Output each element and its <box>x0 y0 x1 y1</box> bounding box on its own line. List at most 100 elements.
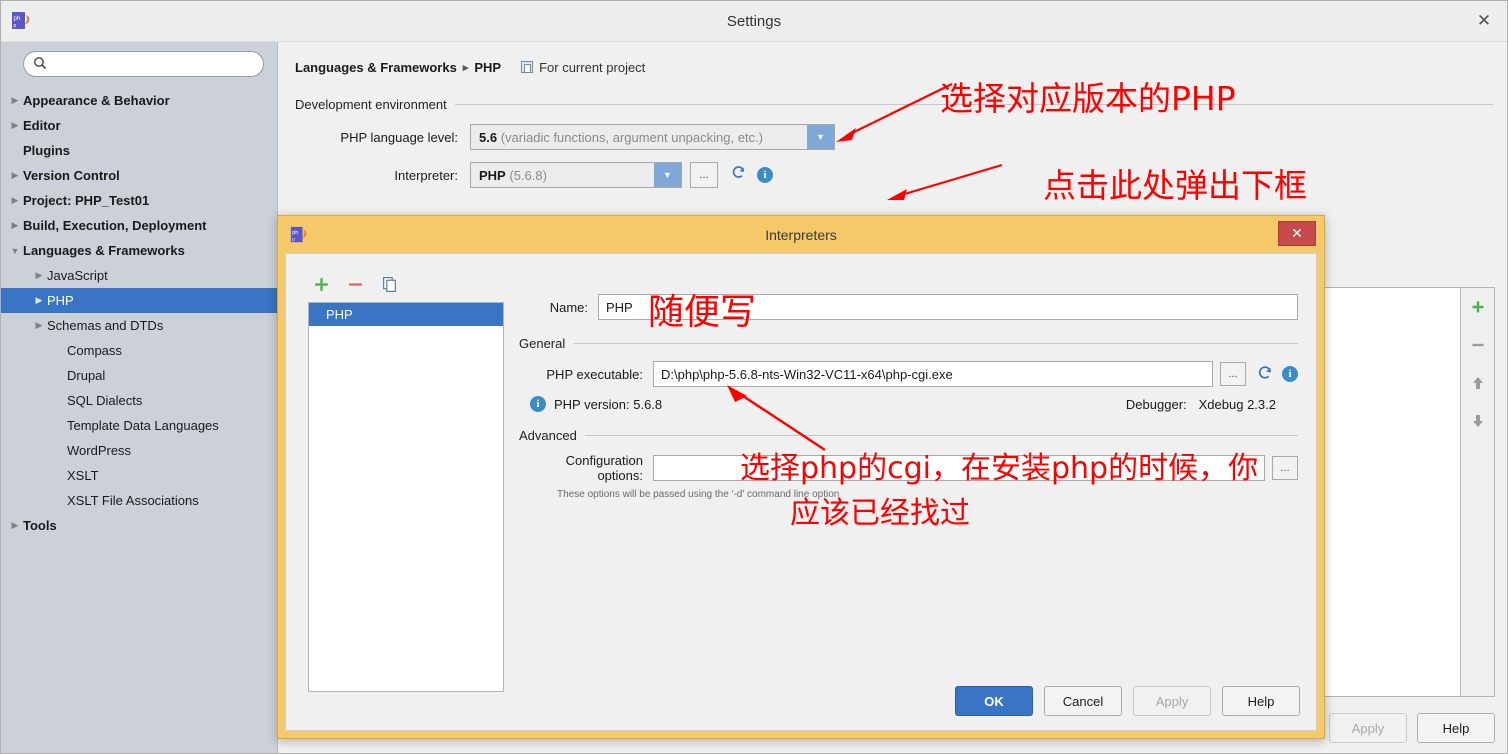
interpreter-list-item[interactable]: PHP <box>309 303 503 326</box>
php-language-level-combo[interactable]: 5.6 (variadic functions, argument unpack… <box>470 124 835 150</box>
move-up-icon[interactable] <box>1467 372 1489 394</box>
sidebar-item-compass[interactable]: Compass <box>1 338 277 363</box>
dialog-apply-button: Apply <box>1133 686 1211 716</box>
info-icon: i <box>530 396 546 412</box>
php-executable-label: PHP executable: <box>546 366 643 382</box>
settings-sidebar: ▶ Appearance & Behavior ▶ Editor Plugins ▶ Ver… <box>1 42 278 753</box>
page-title: Settings <box>726 12 782 30</box>
interpreters-toolbar <box>311 274 399 294</box>
configuration-options-browse-button[interactable]: ... <box>1272 456 1298 480</box>
search-container <box>1 51 277 86</box>
section-general: General <box>519 336 1298 351</box>
close-icon[interactable]: ✕ <box>1461 1 1507 41</box>
project-scope-label: For current project <box>539 59 646 75</box>
sidebar-item-wordpress[interactable]: WordPress <box>1 438 277 463</box>
chevron-right-icon[interactable]: ▶ <box>7 518 23 534</box>
sidebar-item-label: Editor <box>23 118 61 133</box>
sidebar-item-xslt[interactable]: XSLT <box>1 463 277 488</box>
copy-icon[interactable] <box>379 274 399 294</box>
info-icon[interactable]: i <box>757 167 773 183</box>
sidebar-item-plugins[interactable]: Plugins <box>1 138 277 163</box>
sidebar-item-label: Plugins <box>23 143 70 158</box>
move-down-icon[interactable] <box>1467 410 1489 432</box>
section-advanced: Advanced <box>519 428 1298 443</box>
configuration-options-field[interactable] <box>653 455 1265 481</box>
remove-icon[interactable] <box>345 274 365 294</box>
php-language-level-value: 5.6 <box>479 129 498 145</box>
php-executable-field[interactable]: D:\php\php-5.6.8-nts-Win32-VC11-x64\php-… <box>653 361 1213 387</box>
interpreter-name-label: Name: <box>549 299 588 315</box>
php-version-row: i PHP version: 5.6.8 Debugger: Xdebug 2.… <box>518 396 1298 412</box>
chevron-right-icon[interactable]: ▶ <box>7 193 23 209</box>
sidebar-item-php[interactable]: ▶ PHP <box>1 288 277 313</box>
sidebar-item-appearance-behavior[interactable]: ▶ Appearance & Behavior <box>1 88 277 113</box>
php-executable-row: PHP executable: D:\php\php-5.6.8-nts-Win… <box>518 361 1298 387</box>
search-input[interactable] <box>47 53 263 75</box>
sidebar-item-sql-dialects[interactable]: SQL Dialects <box>1 388 277 413</box>
info-icon[interactable]: i <box>1282 366 1298 382</box>
sidebar-item-languages-frameworks[interactable]: ▼ Languages & Frameworks <box>1 238 277 263</box>
breadcrumb: Languages & Frameworks ▸ PHP For current… <box>278 57 1507 77</box>
chevron-right-icon[interactable]: ▶ <box>7 93 23 109</box>
sidebar-item-project-php-test01[interactable]: ▶ Project: PHP_Test01 <box>1 188 277 213</box>
php-executable-browse-button[interactable]: ... <box>1220 362 1246 386</box>
sidebar-item-editor[interactable]: ▶ Editor <box>1 113 277 138</box>
sidebar-item-drupal[interactable]: Drupal <box>1 363 277 388</box>
close-icon[interactable]: ✕ <box>1278 221 1316 246</box>
sidebar-item-version-control[interactable]: ▶ Version Control <box>1 163 277 188</box>
php-language-level-desc: (variadic functions, argument unpacking,… <box>500 129 764 145</box>
sidebar-item-xslt-file-associations[interactable]: XSLT File Associations <box>1 488 277 513</box>
settings-titlebar: ph p Settings ✕ <box>1 1 1507 42</box>
sidebar-item-label: PHP <box>47 293 74 308</box>
sidebar-item-javascript[interactable]: ▶ JavaScript <box>1 263 277 288</box>
add-icon[interactable] <box>1467 296 1489 318</box>
chevron-right-icon[interactable]: ▶ <box>7 118 23 134</box>
chevron-right-icon[interactable]: ▶ <box>31 293 47 309</box>
sidebar-item-schemas-and-dtds[interactable]: ▶ Schemas and DTDs <box>1 313 277 338</box>
dialog-ok-button[interactable]: OK <box>955 686 1033 716</box>
interpreter-desc: (5.6.8) <box>509 167 547 183</box>
settings-apply-button: Apply <box>1329 713 1407 743</box>
interpreters-list[interactable]: PHP <box>308 302 504 692</box>
refresh-icon[interactable] <box>1256 364 1274 385</box>
interpreters-body: PHP Name: PHP General PHP executable: D:… <box>285 253 1317 731</box>
interpreter-combo[interactable]: PHP (5.6.8) ▼ <box>470 162 682 188</box>
interpreter-name-field[interactable]: PHP <box>598 294 1298 320</box>
sidebar-item-tools[interactable]: ▶ Tools <box>1 513 277 538</box>
project-scope[interactable]: For current project <box>521 60 645 75</box>
chevron-down-icon[interactable]: ▼ <box>7 243 23 259</box>
sidebar-item-template-data-languages[interactable]: Template Data Languages <box>1 413 277 438</box>
php-includes-toolbar <box>1461 287 1495 697</box>
dialog-help-button[interactable]: Help <box>1222 686 1300 716</box>
sidebar-item-label: Compass <box>67 343 122 358</box>
interpreter-browse-button[interactable]: ... <box>690 162 718 188</box>
interpreter-label: Interpreter: <box>394 167 458 183</box>
chevron-right-icon[interactable]: ▶ <box>31 318 47 334</box>
add-icon[interactable] <box>311 274 331 294</box>
sidebar-item-label: XSLT <box>67 468 99 483</box>
dialog-cancel-button[interactable]: Cancel <box>1044 686 1122 716</box>
chevron-right-icon[interactable]: ▶ <box>7 168 23 184</box>
php-language-level-label: PHP language level: <box>340 129 458 145</box>
refresh-icon[interactable] <box>730 164 747 186</box>
chevron-down-icon[interactable]: ▼ <box>807 125 834 149</box>
php-language-level-row: PHP language level: 5.6 (variadic functi… <box>278 124 1507 150</box>
chevron-right-icon[interactable]: ▶ <box>31 268 47 284</box>
chevron-right-icon[interactable]: ▶ <box>7 218 23 234</box>
sidebar-item-build-execution-deployment[interactable]: ▶ Build, Execution, Deployment <box>1 213 277 238</box>
settings-help-button[interactable]: Help <box>1417 713 1495 743</box>
configuration-options-label: Configuration options: <box>565 453 643 483</box>
search-box[interactable] <box>23 51 264 77</box>
breadcrumb-separator-icon: ▸ <box>462 61 469 74</box>
section-divider <box>584 435 1298 436</box>
section-divider <box>573 343 1298 344</box>
chevron-down-icon[interactable]: ▼ <box>654 163 681 187</box>
remove-icon[interactable] <box>1467 334 1489 356</box>
